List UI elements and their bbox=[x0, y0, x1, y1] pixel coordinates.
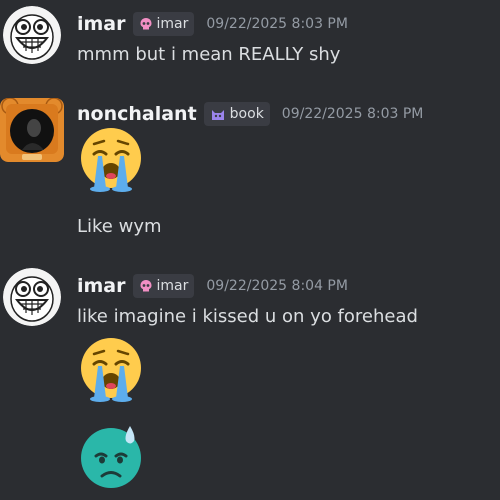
avatar[interactable] bbox=[3, 268, 61, 326]
laughing-meme-face-avatar bbox=[3, 6, 61, 64]
loudly-crying-face-icon[interactable] bbox=[76, 126, 146, 196]
server-tag-label: imar bbox=[156, 278, 189, 294]
server-tag[interactable]: imar bbox=[132, 274, 195, 298]
server-tag-label: imar bbox=[156, 16, 189, 32]
message-text: mmm but i mean REALLY shy bbox=[77, 44, 341, 65]
message-group: imar imar 09/22/2025 8:04 PM like imagin… bbox=[0, 262, 500, 500]
tiger-frame-avatar bbox=[0, 98, 64, 162]
timestamp[interactable]: 09/22/2025 8:03 PM bbox=[206, 16, 348, 32]
message-group: nonchalant book 09/22/2025 8:03 PM Like … bbox=[0, 88, 500, 248]
server-tag-label: book bbox=[229, 106, 264, 122]
server-tag[interactable]: book bbox=[203, 102, 270, 126]
avatar[interactable] bbox=[3, 6, 61, 64]
username[interactable]: imar bbox=[77, 275, 126, 297]
message-text: like imagine i kissed u on yo forehead bbox=[77, 306, 418, 327]
message-group: imar imar 09/22/2025 8:03 PM mmm but i m… bbox=[0, 0, 500, 80]
purple-cat-icon bbox=[211, 110, 224, 120]
message-header: nonchalant book 09/22/2025 8:03 PM bbox=[77, 100, 423, 128]
server-tag[interactable]: imar bbox=[132, 12, 195, 36]
laughing-meme-face-avatar bbox=[3, 268, 61, 326]
pink-skull-icon bbox=[140, 280, 152, 292]
timestamp[interactable]: 09/22/2025 8:03 PM bbox=[282, 106, 424, 122]
username[interactable]: nonchalant bbox=[77, 103, 197, 125]
timestamp[interactable]: 09/22/2025 8:04 PM bbox=[206, 278, 348, 294]
pink-skull-icon bbox=[140, 18, 152, 30]
message-text: Like wym bbox=[77, 216, 162, 237]
avatar[interactable] bbox=[0, 98, 64, 162]
message-header: imar imar 09/22/2025 8:04 PM bbox=[77, 272, 348, 300]
sweat-sad-face-icon[interactable] bbox=[76, 422, 146, 492]
username[interactable]: imar bbox=[77, 13, 126, 35]
loudly-crying-face-icon[interactable] bbox=[76, 336, 146, 406]
message-header: imar imar 09/22/2025 8:03 PM bbox=[77, 10, 348, 38]
